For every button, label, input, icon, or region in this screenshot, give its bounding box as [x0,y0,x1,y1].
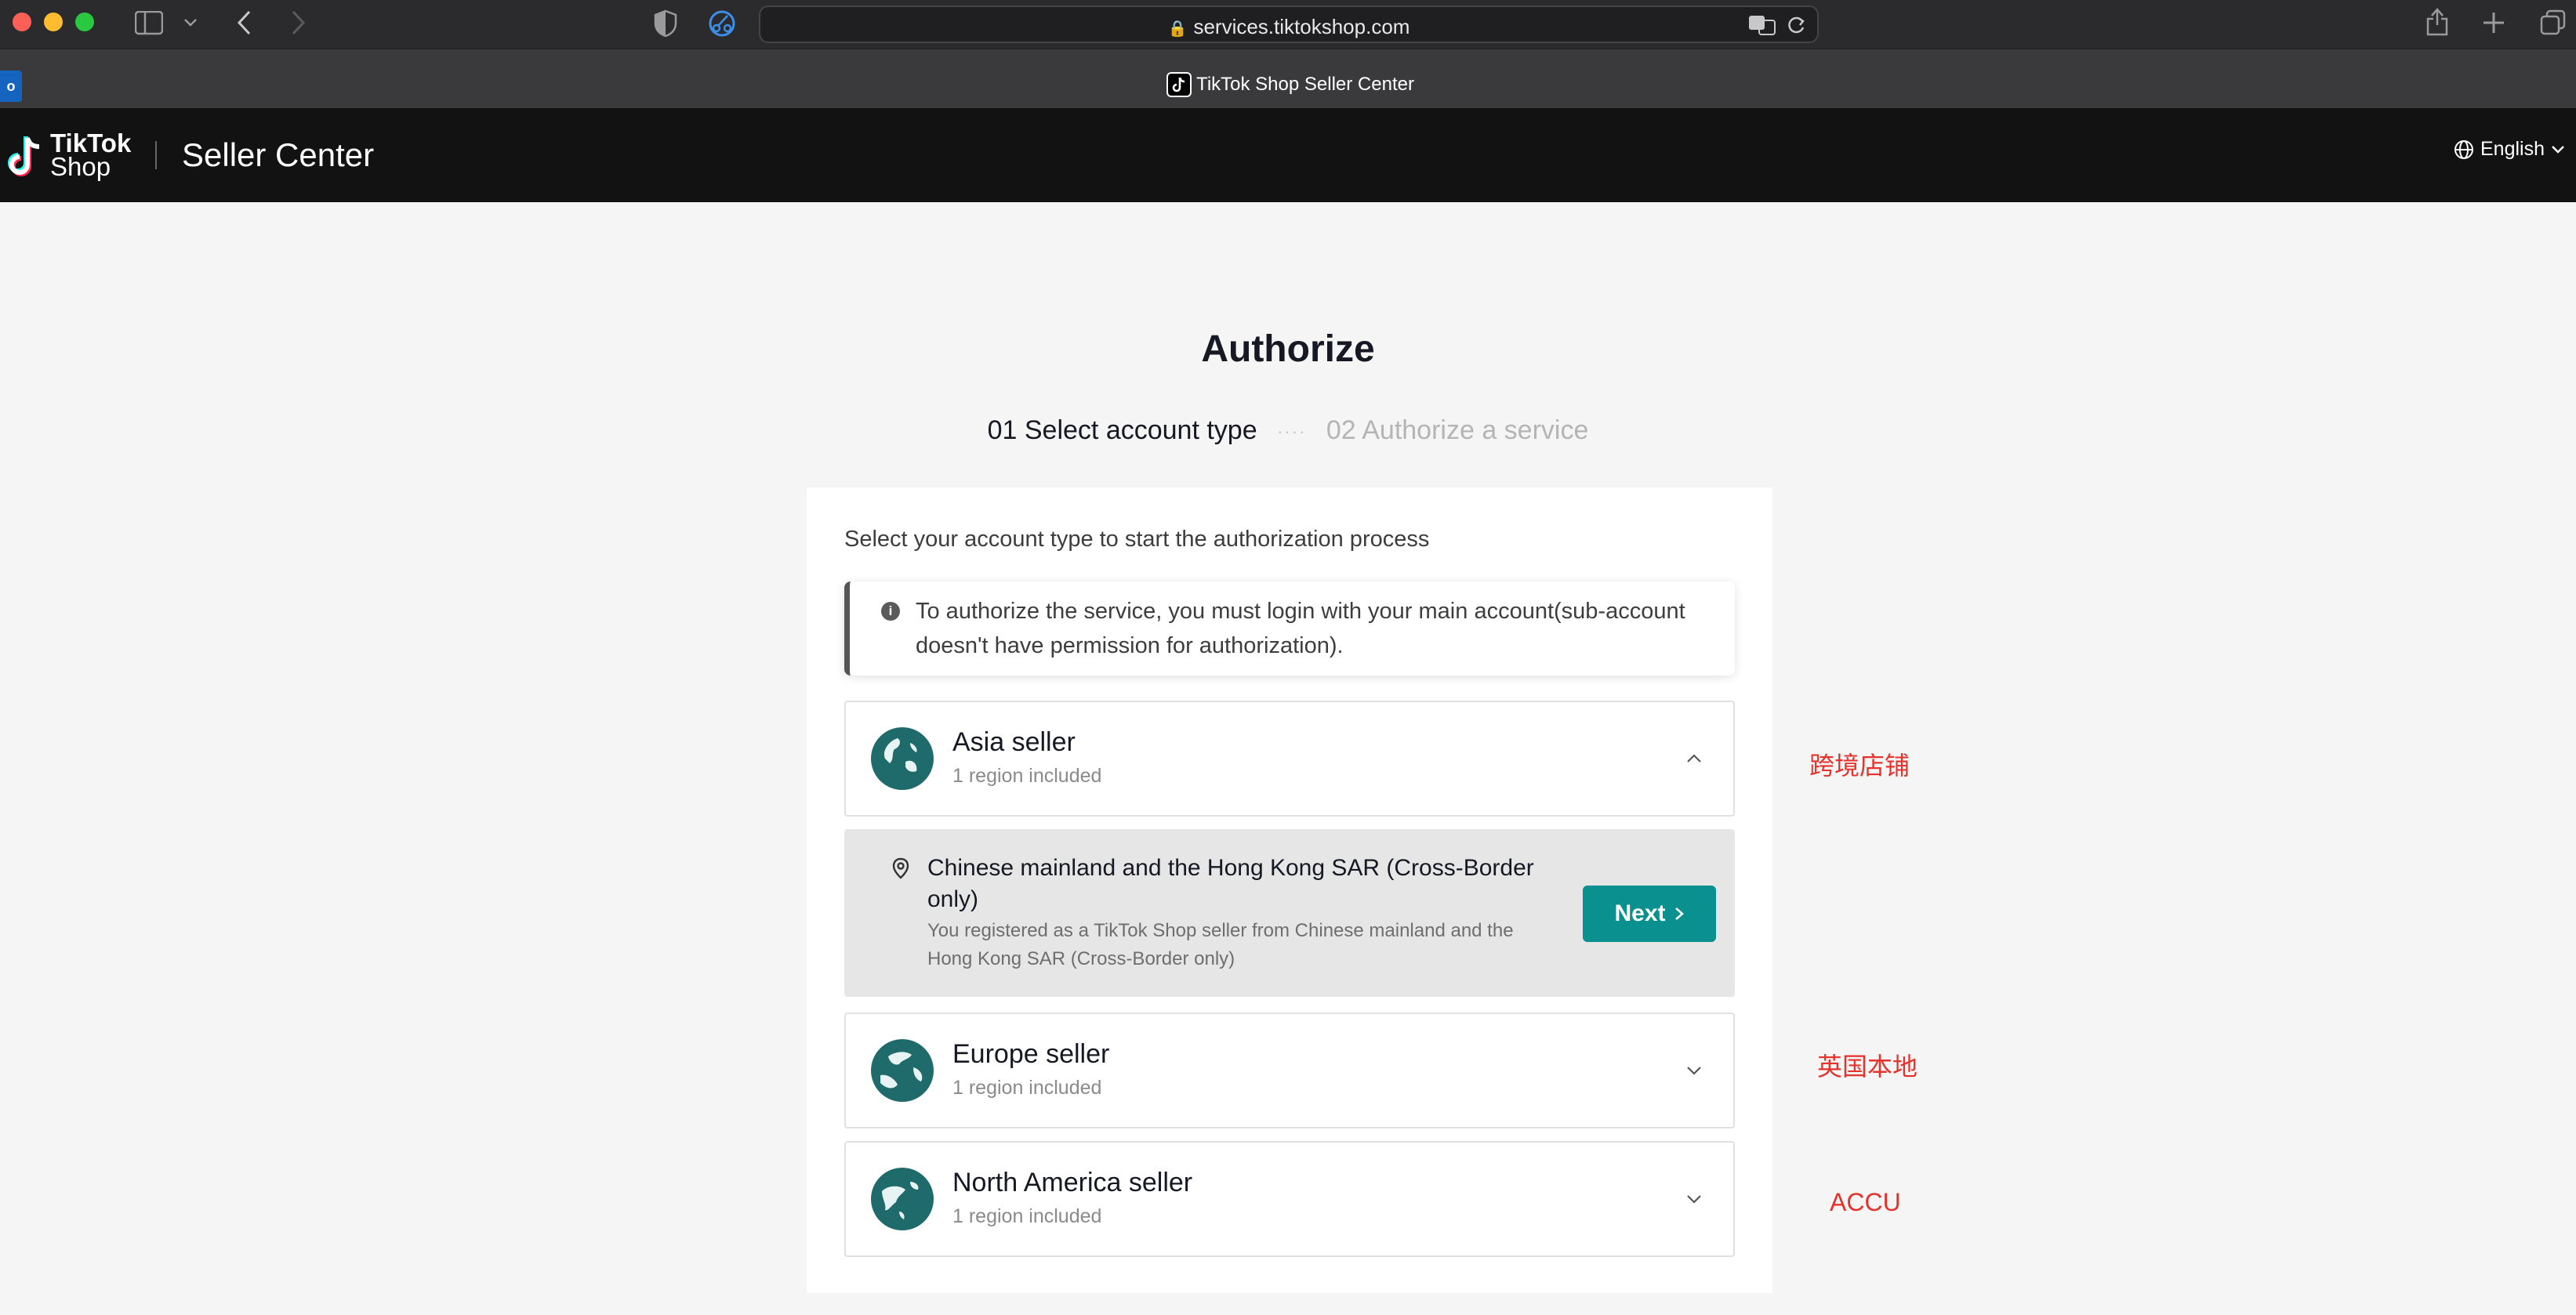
app-header [0,108,2576,202]
globe-north-america-icon [871,1168,934,1230]
globe-icon [2454,139,2473,159]
annotation-europe: 英国本地 [1817,1052,1918,1081]
region-name: Asia seller [952,727,1076,757]
reload-icon[interactable] [1786,15,1806,35]
chevron-down-icon[interactable] [183,17,198,28]
notice-box: i To authorize the service, you must log… [844,581,1735,676]
region-europe-seller[interactable]: Europe seller 1 region included [844,1013,1735,1128]
new-tab-icon[interactable] [2482,11,2505,34]
browser-toolbar: 🔒 services.tiktokshop.com [0,0,2576,49]
step-1: 01 Select account type [987,415,1257,445]
url-display: 🔒 services.tiktokshop.com [760,15,1817,39]
brand-logo[interactable]: TikTok Shop [50,130,131,181]
next-button[interactable]: Next [1583,886,1716,942]
chevron-up-icon[interactable] [1683,748,1705,770]
globe-europe-icon [871,1039,934,1102]
region-count: 1 region included [952,1205,1102,1227]
location-pin-icon [892,857,909,879]
page-title: Authorize [1201,328,1375,370]
tab-overview-icon[interactable] [2540,9,2567,36]
app-title: Seller Center [182,136,375,173]
extension-icon[interactable] [706,9,738,38]
account-type-card: Select your account type to start the au… [807,487,1772,1293]
notice-text: To authorize the service, you must login… [916,599,1685,658]
step-indicator: 01 Select account type ···· 02 Authorize… [0,415,2576,446]
address-bar[interactable]: 🔒 services.tiktokshop.com [759,5,1819,43]
next-button-label: Next [1614,900,1666,926]
option-title: Chinese mainland and the Hong Kong SAR (… [927,855,1534,912]
region-count: 1 region included [952,1077,1102,1099]
region-asia-seller[interactable]: Asia seller 1 region included [844,701,1735,817]
tab-title: TikTok Shop Seller Center [1196,74,1414,95]
region-name: North America seller [952,1168,1193,1197]
language-selector[interactable]: English [2454,138,2565,161]
lock-icon: 🔒 [1167,20,1188,38]
minimize-window-button[interactable] [44,13,63,31]
brand-line2: Shop [50,152,111,181]
translate-icon[interactable] [1748,15,1776,35]
chevron-down-icon[interactable] [1683,1188,1705,1210]
maximize-window-button[interactable] [75,13,94,31]
region-count: 1 region included [952,765,1102,787]
region-option-cn-hk[interactable]: Chinese mainland and the Hong Kong SAR (… [844,829,1735,997]
url-text: services.tiktokshop.com [1193,15,1410,38]
info-icon: i [881,602,900,621]
chevron-down-icon[interactable] [1683,1060,1705,1081]
close-window-button[interactable] [13,13,31,31]
chevron-right-icon [1674,907,1684,920]
region-north-america-seller[interactable]: North America seller 1 region included [844,1141,1735,1257]
language-label: English [2480,138,2545,160]
option-description: You registered as a TikTok Shop seller f… [927,920,1514,969]
forward-icon[interactable] [290,9,307,36]
intro-text: Select your account type to start the au… [844,527,1430,552]
tab-active[interactable]: TikTok Shop Seller Center [0,74,2576,96]
sidebar-icon[interactable] [135,11,163,36]
tiktok-logo-icon [8,136,40,176]
header-divider [155,141,157,169]
share-icon[interactable] [2425,6,2449,38]
globe-asia-icon [871,727,934,790]
chevron-down-icon [2552,145,2564,154]
region-name: Europe seller [952,1039,1110,1069]
annotation-north-america: ACCU [1830,1188,1901,1216]
shield-icon[interactable] [654,9,677,38]
annotation-asia: 跨境店铺 [1809,752,1910,780]
step-separator: ···· [1277,422,1307,442]
step-2: 02 Authorize a service [1326,415,1589,445]
back-icon[interactable] [235,9,252,36]
